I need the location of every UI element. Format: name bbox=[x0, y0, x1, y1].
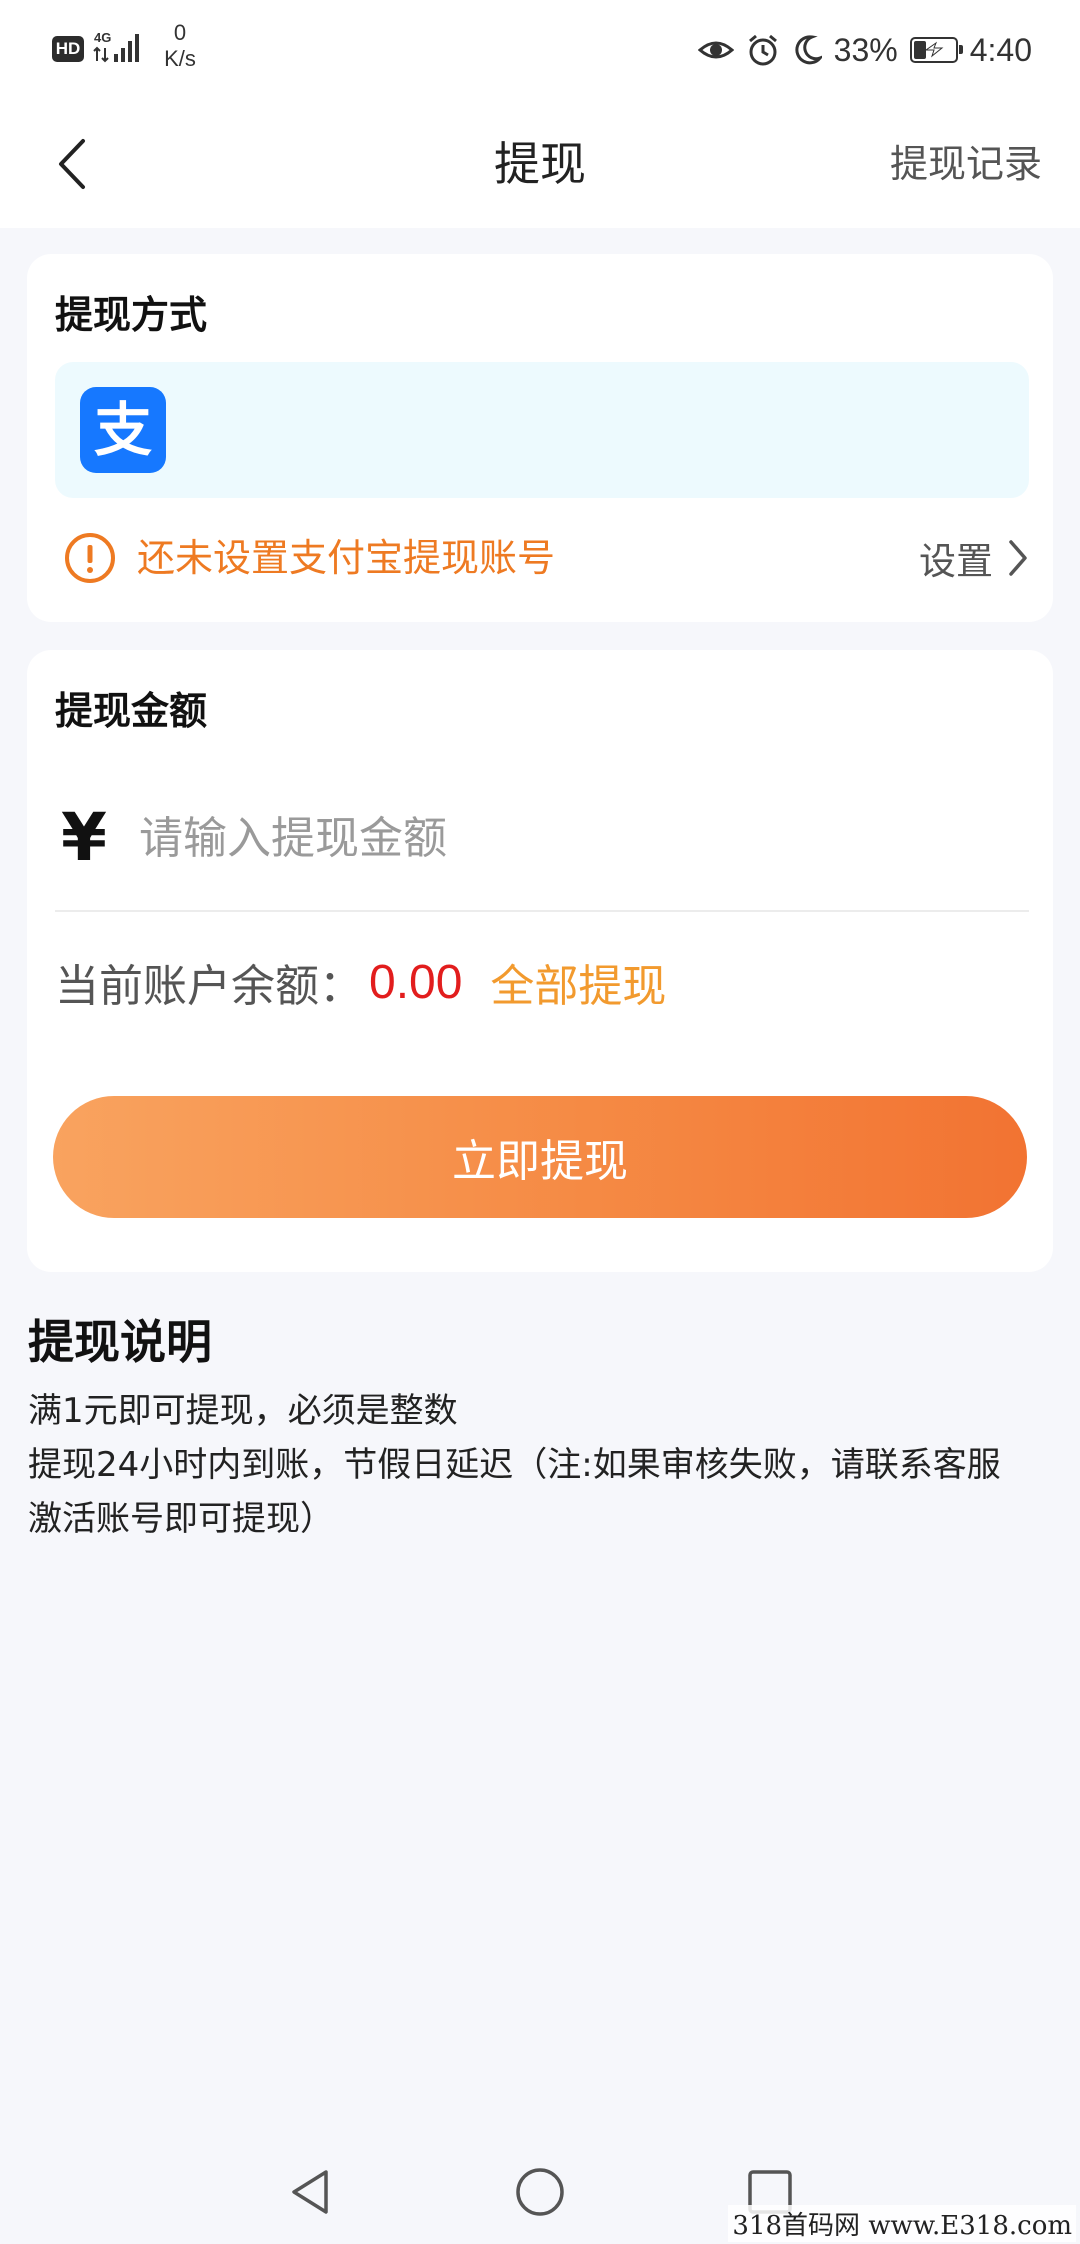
amount-divider bbox=[55, 910, 1029, 912]
notes-line: 提现24小时内到账，节假日延迟（注:如果审核失败，请联系客服 bbox=[28, 1445, 1001, 1485]
amount-input-row: ¥ bbox=[55, 780, 1029, 896]
amount-input[interactable] bbox=[139, 794, 999, 882]
alipay-logo-icon: 支 bbox=[80, 387, 166, 473]
clock: 4:40 bbox=[969, 31, 1032, 68]
notes-line: 激活账号即可提现） bbox=[28, 1499, 334, 1539]
setup-alipay-button[interactable]: 设置 bbox=[919, 526, 1029, 590]
triangle-back-icon bbox=[292, 2170, 328, 2214]
withdraw-amount-title: 提现金额 bbox=[55, 689, 208, 733]
signal-4g-icon: 4G bbox=[93, 30, 139, 63]
eye-icon bbox=[697, 41, 734, 59]
withdraw-records-link[interactable]: 提现记录 bbox=[890, 100, 1042, 228]
balance-row: 当前账户余额： 0.00 全部提现 bbox=[55, 942, 666, 1022]
setup-label: 设置 bbox=[919, 540, 993, 583]
withdraw-notes-title: 提现说明 bbox=[28, 1315, 212, 1369]
chevron-right-icon bbox=[1009, 540, 1027, 576]
withdraw-notes-body: 满1元即可提现，必须是整数 提现24小时内到账，节假日延迟（注:如果审核失败，请… bbox=[28, 1384, 1058, 1546]
balance-label: 当前账户余额： bbox=[55, 961, 363, 1012]
info-warning-icon bbox=[65, 533, 115, 583]
net-speed: 0 K/s bbox=[160, 20, 200, 72]
alipay-method-option[interactable]: 支 bbox=[55, 362, 1029, 498]
moon-icon bbox=[795, 35, 822, 65]
status-bar: HD 4G 0 K/s 33% 4:40 bbox=[0, 0, 1080, 100]
alipay-warning-text: 还未设置支付宝提现账号 bbox=[137, 536, 556, 580]
net-speed-unit: K/s bbox=[164, 46, 196, 71]
withdraw-amount-card: 提现金额 ¥ 当前账户余额： 0.00 全部提现 立即提现 bbox=[27, 650, 1053, 1272]
battery-percent: 33% bbox=[833, 31, 898, 68]
withdraw-method-title: 提现方式 bbox=[55, 293, 208, 337]
circle-home-icon bbox=[516, 2168, 564, 2216]
network-type: 4G bbox=[94, 30, 111, 45]
yen-icon: ¥ bbox=[61, 799, 107, 876]
alarm-icon bbox=[748, 34, 777, 66]
battery-charging-icon bbox=[909, 37, 963, 63]
withdraw-method-card: 提现方式 支 还未设置支付宝提现账号 设置 bbox=[27, 254, 1053, 622]
watermark-text: 318首码网 www.E318.com bbox=[728, 2205, 1076, 2242]
status-icons: 33% 4:40 bbox=[697, 24, 1032, 76]
net-speed-value: 0 bbox=[173, 20, 187, 45]
hd-badge: HD bbox=[52, 36, 84, 62]
nav-home-button[interactable] bbox=[512, 2164, 568, 2220]
alipay-warning-row: 还未设置支付宝提现账号 设置 bbox=[55, 526, 1029, 590]
notes-line: 满1元即可提现，必须是整数 bbox=[28, 1391, 458, 1431]
nav-back-button[interactable] bbox=[282, 2164, 338, 2220]
withdraw-now-button[interactable]: 立即提现 bbox=[53, 1096, 1027, 1218]
page-header: 提现 提现记录 bbox=[0, 100, 1080, 228]
balance-value: 0.00 bbox=[369, 955, 463, 1009]
withdraw-all-button[interactable]: 全部提现 bbox=[490, 950, 666, 1014]
charging-bolt-icon bbox=[924, 41, 944, 58]
